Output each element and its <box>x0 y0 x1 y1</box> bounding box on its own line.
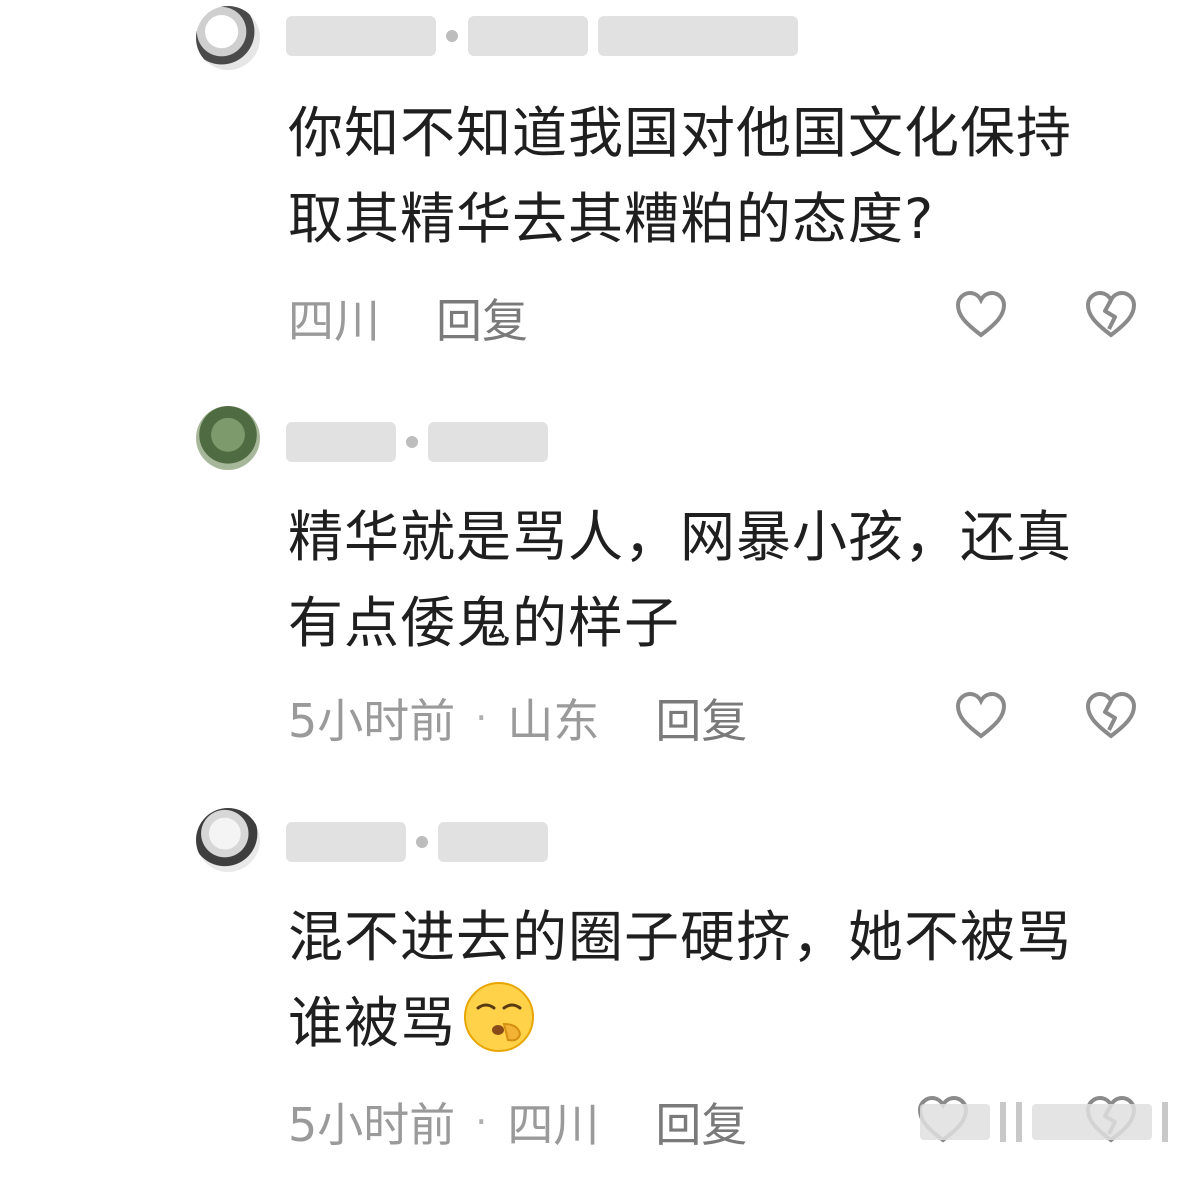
username-redacted[interactable] <box>286 418 548 466</box>
comment-time: 5小时前 <box>288 1098 456 1152</box>
comment-time: 5小时前 <box>288 694 456 748</box>
shushing-face-emoji-icon <box>464 982 535 1052</box>
comment-location: 山东 <box>507 694 600 748</box>
avatar[interactable] <box>196 6 260 70</box>
comment-meta: 5小时前 · 山东 回复 <box>288 688 747 748</box>
comment-location: 四川 <box>507 1098 600 1152</box>
reply-button[interactable]: 回复 <box>436 285 528 351</box>
heart-outline-icon[interactable] <box>953 688 1009 744</box>
reply-button[interactable]: 回复 <box>655 1089 747 1155</box>
comment-meta: 四川 回复 <box>288 288 528 348</box>
username-redacted[interactable] <box>286 12 798 60</box>
broken-heart-icon[interactable] <box>1083 287 1139 343</box>
heart-outline-icon[interactable] <box>953 287 1009 343</box>
broken-heart-icon[interactable] <box>1083 688 1139 744</box>
comment-text: 精华就是骂人，网暴小孩，还真有点倭鬼的样子 <box>288 505 1073 655</box>
reply-button[interactable]: 回复 <box>655 685 747 751</box>
comment-meta: 5小时前 · 四川 回复 <box>288 1092 747 1152</box>
comment-text-content: 混不进去的圈子硬挤，她不被骂谁被骂 <box>288 905 1073 1055</box>
comment-text: 混不进去的圈子硬挤，她不被骂谁被骂 <box>288 894 1118 1066</box>
watermark-overlay <box>920 1096 1168 1148</box>
avatar[interactable] <box>196 808 260 872</box>
comment-location: 四川 <box>288 294 380 348</box>
comment-text: 你知不知道我国对他国文化保持取其精华去其糟粕的态度? <box>288 101 1073 251</box>
username-redacted[interactable] <box>286 818 548 866</box>
avatar[interactable] <box>196 406 260 470</box>
